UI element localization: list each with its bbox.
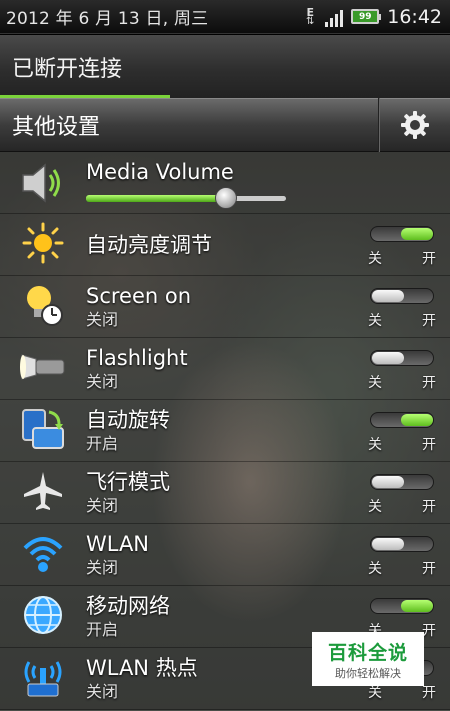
toggle-knob bbox=[372, 351, 404, 364]
connection-status-header[interactable]: 已断开连接 bbox=[0, 35, 450, 98]
toggle-off-label: 关 bbox=[368, 312, 382, 329]
toggle-on-label: 开 bbox=[422, 374, 436, 391]
auto-rotate-label: 自动旋转 bbox=[86, 407, 170, 432]
screen-on-row: Screen on 关闭关开 bbox=[0, 276, 450, 338]
airplane-mode-state: 关闭 bbox=[86, 495, 119, 515]
flashlight-row: Flashlight 关闭关开 bbox=[0, 338, 450, 400]
toggle-track[interactable] bbox=[370, 597, 434, 614]
auto-brightness-label: 自动亮度调节 bbox=[86, 232, 212, 257]
wlan-state: 关闭 bbox=[86, 557, 119, 577]
toggle-track[interactable] bbox=[370, 287, 434, 304]
auto-brightness-row: 自动亮度调节关开 bbox=[0, 214, 450, 276]
toggle-on-label: 开 bbox=[422, 684, 436, 701]
media-volume-label: Media Volume bbox=[86, 159, 234, 184]
volume-fill bbox=[86, 194, 226, 202]
quick-settings-list: Media Volume 自动亮度调节关开 Screen on 关闭关开 Flashl… bbox=[0, 152, 450, 710]
other-settings-header: 其他设置 bbox=[0, 98, 450, 152]
toggle-on-label: 开 bbox=[422, 436, 436, 453]
toggle-off-label: 关 bbox=[368, 374, 382, 391]
watermark-subtitle: 助你轻松解决 bbox=[335, 666, 401, 680]
toggle-on-label: 开 bbox=[422, 498, 436, 515]
wlan-row: WLAN 关闭关开 bbox=[0, 524, 450, 586]
sun-icon bbox=[21, 221, 65, 269]
mobile-network-label: 移动网络 bbox=[86, 593, 170, 618]
airplane-mode-label: 飞行模式 bbox=[86, 469, 170, 494]
toggle-knob bbox=[372, 537, 404, 550]
toggle-off-label: 关 bbox=[368, 498, 382, 515]
auto-rotate-switch[interactable]: 关开 bbox=[368, 400, 444, 462]
watermark-title: 百科全说 bbox=[327, 641, 408, 664]
toggle-off-label: 关 bbox=[368, 436, 382, 453]
auto-brightness-switch[interactable]: 关开 bbox=[368, 214, 444, 276]
airplane-mode-switch[interactable]: 关开 bbox=[368, 462, 444, 524]
watermark-logo: 百科全说 助你轻松解决 bbox=[312, 632, 424, 686]
toggle-track[interactable] bbox=[370, 349, 434, 366]
toggle-track[interactable] bbox=[370, 473, 434, 490]
toggle-track[interactable] bbox=[370, 535, 434, 552]
battery-icon: 99 bbox=[351, 9, 382, 24]
wlan-switch[interactable]: 关开 bbox=[368, 524, 444, 586]
signal-strength-icon bbox=[325, 7, 344, 27]
toggle-track[interactable] bbox=[370, 225, 434, 242]
toggle-on-label: 开 bbox=[422, 312, 436, 329]
settings-button[interactable] bbox=[378, 98, 450, 152]
rotate-icon bbox=[19, 406, 67, 456]
media-volume-slider[interactable] bbox=[86, 186, 286, 209]
flashlight-state: 关闭 bbox=[86, 371, 119, 391]
media-volume-row: Media Volume bbox=[0, 152, 450, 214]
status-time: 16:42 bbox=[387, 5, 442, 28]
status-date: 2012 年 6 月 13 日, 周三 bbox=[6, 9, 209, 29]
flashlight-icon bbox=[18, 347, 68, 391]
auto-rotate-state: 开启 bbox=[86, 433, 119, 453]
data-network-icon: E ⇅ bbox=[306, 5, 315, 27]
other-settings-title: 其他设置 bbox=[12, 115, 101, 140]
battery-level: 99 bbox=[358, 11, 372, 22]
auto-rotate-row: 自动旋转 开启关开 bbox=[0, 400, 450, 462]
gear-icon bbox=[400, 111, 429, 139]
toggle-knob bbox=[372, 475, 404, 488]
toggle-track[interactable] bbox=[370, 411, 434, 428]
status-icons: E ⇅ 99 16:42 bbox=[303, 6, 442, 28]
toggle-off-label: 关 bbox=[368, 560, 382, 577]
toggle-on-label: 开 bbox=[422, 250, 436, 267]
toggle-on-label: 开 bbox=[422, 560, 436, 577]
speaker-icon bbox=[22, 162, 60, 203]
status-bar: 2012 年 6 月 13 日, 周三 E ⇅ 99 16:42 bbox=[0, 0, 450, 34]
globe-icon bbox=[21, 593, 65, 641]
flashlight-label: Flashlight bbox=[86, 345, 188, 370]
toggle-knob bbox=[372, 289, 404, 302]
connection-status-label: 已断开连接 bbox=[12, 56, 123, 82]
airplane-icon bbox=[20, 468, 66, 518]
toggle-knob bbox=[401, 413, 433, 426]
toggle-on-label: 开 bbox=[422, 622, 436, 639]
toggle-knob bbox=[401, 599, 433, 612]
toggle-off-label: 关 bbox=[368, 250, 382, 267]
screen-on-state: 关闭 bbox=[86, 309, 119, 329]
wlan-label: WLAN bbox=[86, 531, 150, 556]
hotspot-icon bbox=[20, 654, 66, 704]
wifi-icon bbox=[20, 530, 66, 580]
flashlight-switch[interactable]: 关开 bbox=[368, 338, 444, 400]
screen-on-label: Screen on bbox=[86, 283, 192, 308]
toggle-knob bbox=[401, 227, 433, 240]
bulb-clock-icon bbox=[21, 282, 65, 332]
airplane-mode-row: 飞行模式 关闭关开 bbox=[0, 462, 450, 524]
screen-on-switch[interactable]: 关开 bbox=[368, 276, 444, 338]
volume-thumb[interactable] bbox=[215, 186, 237, 209]
